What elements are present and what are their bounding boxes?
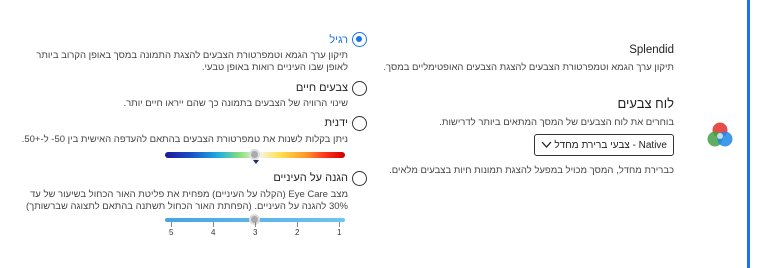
palette-dropdown[interactable]: Native - צבעי ברירת מחדל xyxy=(534,134,674,156)
option-vivid-description: שינוי הרוויה של הצבעים בתמונה כך שהם ייר… xyxy=(123,98,348,109)
option-normal-title: רגיל xyxy=(329,34,348,46)
palette-dropdown-value: Native - צבעי ברירת מחדל xyxy=(554,139,667,151)
option-eye-care-description: מצב Eye Care (הקלה על העיניים) מפחית את … xyxy=(25,189,348,212)
palette-description: בוחרים את לוח הצבעים של המסך המתאים ביות… xyxy=(439,117,674,128)
rgb-circles-icon xyxy=(707,122,733,147)
tick-mark xyxy=(171,222,172,227)
palette-title: לוח צבעים xyxy=(617,96,674,111)
chevron-down-icon xyxy=(541,140,552,151)
tick-label: 4 xyxy=(211,228,216,237)
radio-manual[interactable] xyxy=(352,116,367,131)
tick-label: 1 xyxy=(337,228,342,237)
option-manual-title: ידנית xyxy=(324,117,348,129)
tick-mark xyxy=(297,222,298,227)
radio-vivid[interactable] xyxy=(352,81,367,96)
option-eye-care-title: הגנה על העיניים xyxy=(273,172,348,184)
tick-mark xyxy=(213,222,214,227)
option-vivid-title: צבעים חיים xyxy=(295,82,348,94)
splendid-description: תיקון ערך הגמא וטמפרטורת הצבעים להצגת הצ… xyxy=(383,62,674,73)
option-normal-description: תיקון ערך הגמא וטמפרטורת הצבעים להצגת הת… xyxy=(36,50,348,73)
color-temperature-knob[interactable] xyxy=(249,149,260,160)
radio-normal[interactable] xyxy=(352,32,367,47)
radio-eye-care[interactable] xyxy=(352,171,367,186)
tick-label: 2 xyxy=(295,228,300,237)
window-edge-accent xyxy=(747,0,750,268)
option-manual-description: ניתן בקלות לשנות את טמפרטורת הצבעים בהתא… xyxy=(21,134,348,145)
tick-label: 3 xyxy=(253,228,258,237)
splendid-title: Splendid xyxy=(629,44,674,56)
slider-pointer xyxy=(253,160,259,164)
tick-mark xyxy=(255,222,256,227)
tick-label: 5 xyxy=(169,228,174,237)
tick-mark xyxy=(339,222,340,227)
palette-note: כברירת מחדל, המסך מכויל במפעל להצגת תמונ… xyxy=(389,165,674,176)
